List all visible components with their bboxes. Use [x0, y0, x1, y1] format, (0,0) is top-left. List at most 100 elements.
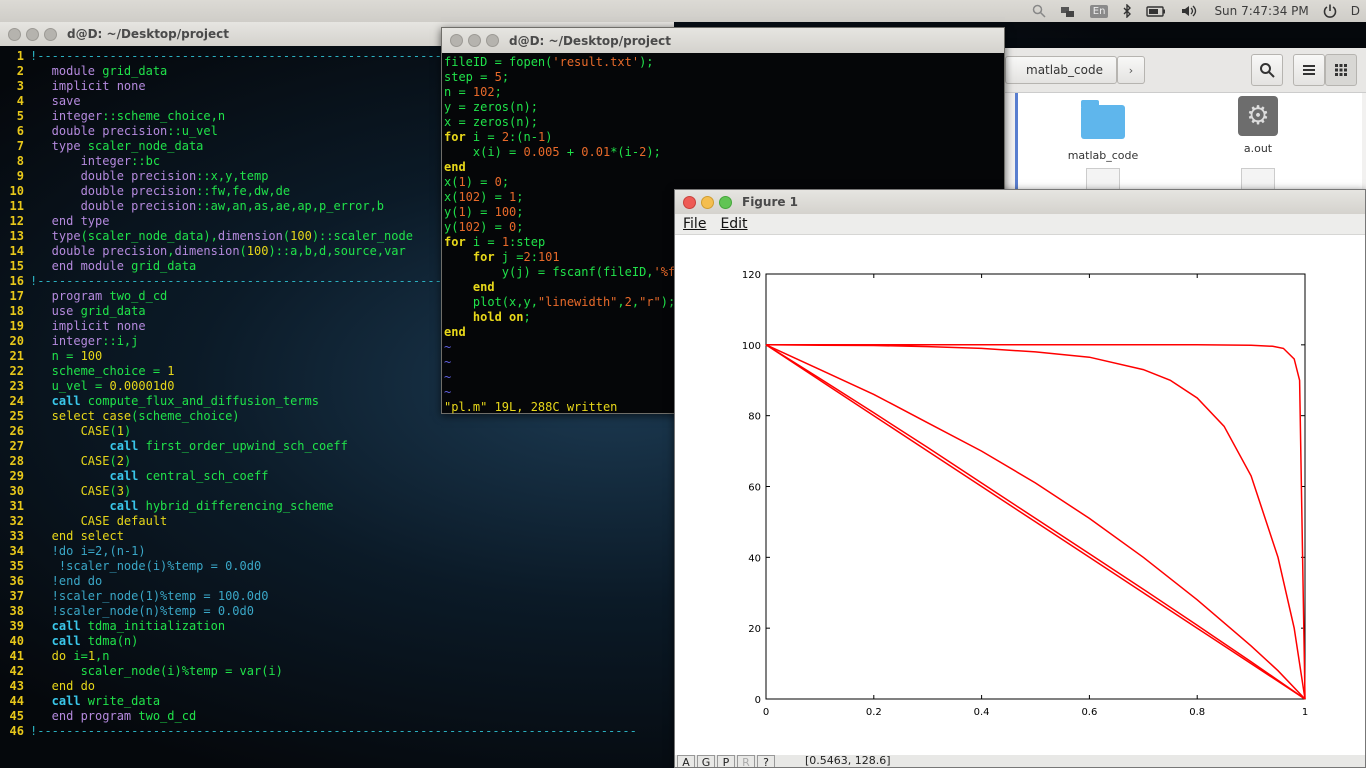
line-number: 17 [9, 289, 24, 303]
code-token: select case [30, 409, 132, 423]
code-token: ( [109, 484, 117, 498]
grid-toggle-button[interactable]: G [697, 755, 715, 767]
file-item-a-out[interactable]: ⚙ a.out [1203, 96, 1313, 155]
list-view-button[interactable] [1293, 54, 1325, 86]
plot-area[interactable]: 0 0.2 0.4 0.6 0.8 1 0 20 40 60 80 100 120 [675, 235, 1365, 756]
battery-icon[interactable] [1146, 0, 1166, 22]
line-number: 30 [9, 484, 24, 498]
code-token: x = zeros(n); [444, 115, 538, 129]
code-token: double precision [30, 169, 197, 183]
line-number: 12 [9, 214, 24, 228]
code-line: 32 CASE default [0, 514, 674, 529]
code-token: )::scaler_node [311, 229, 413, 243]
code-token: ) = [465, 205, 495, 219]
code-token: type [30, 139, 88, 153]
code-token: end [444, 160, 466, 174]
search-button[interactable] [1251, 54, 1283, 86]
code-token: x( [444, 175, 459, 189]
code-token: hold on [444, 310, 524, 324]
code-token: 1 [458, 205, 466, 219]
path-button-matlab-code[interactable]: matlab_code [1005, 56, 1117, 84]
line-number: 21 [9, 349, 24, 363]
menu-bar: File Edit [675, 214, 1365, 235]
code-token: (scheme_choice) [131, 409, 240, 423]
maximize-button[interactable] [719, 195, 732, 209]
code-token: : [530, 250, 538, 264]
plot-frame [765, 273, 1306, 700]
maximize-button[interactable] [486, 34, 499, 47]
code-line: 35 !scaler_node(i)%temp = 0.0d0 [0, 559, 674, 574]
file-grid[interactable]: matlab_code ⚙ a.out [1015, 93, 1362, 198]
code-token: y(j) = fscanf(fileID, [444, 265, 654, 279]
code-token: 1 [116, 424, 124, 438]
code-token: 1 [501, 235, 510, 249]
line-chart[interactable]: 0 0.2 0.4 0.6 0.8 1 0 20 40 60 80 100 120 [675, 235, 1365, 756]
minimize-button[interactable] [468, 34, 481, 47]
y-tick-label: 20 [748, 624, 761, 635]
minimize-button[interactable] [701, 195, 714, 209]
code-line: fileID = fopen('result.txt'); [444, 55, 1002, 70]
minimize-button[interactable] [26, 27, 39, 41]
rotate-button[interactable]: R [737, 755, 755, 767]
line-number: 25 [9, 409, 24, 423]
code-line: for i = 2:(n-1) [444, 130, 1002, 145]
figure-window[interactable]: Figure 1 File Edit 0 0.2 0.4 0.6 0.8 1 0 20 40 60… [674, 189, 1366, 768]
user-name[interactable]: D [1351, 0, 1360, 22]
line-number: 39 [9, 619, 24, 633]
help-button[interactable]: ? [757, 755, 775, 767]
code-token: two_d_cd [138, 709, 197, 723]
code-token: ) = [480, 190, 510, 204]
code-token: integer [30, 334, 103, 348]
maximize-button[interactable] [44, 27, 57, 41]
code-token: write_data [87, 694, 161, 708]
code-token: CASE default [30, 514, 168, 528]
network-icon[interactable] [1060, 0, 1076, 22]
code-token: !do i=2,(n-1) [30, 544, 146, 558]
line-number: 31 [9, 499, 24, 513]
menu-edit[interactable]: Edit [720, 216, 747, 232]
window-titlebar[interactable]: Figure 1 [675, 190, 1365, 214]
code-token: call [30, 694, 88, 708]
power-icon[interactable] [1323, 0, 1337, 22]
line-number: 28 [9, 454, 24, 468]
code-token: ( [109, 424, 117, 438]
code-line: 28 CASE(2) [0, 454, 674, 469]
autoscale-button[interactable]: A [677, 755, 695, 767]
x-tick-label: 0.8 [1189, 707, 1205, 718]
close-button[interactable] [8, 27, 21, 41]
window-titlebar[interactable]: d@D: ~/Desktop/project [442, 28, 1004, 53]
file-item-matlab-code[interactable]: matlab_code [1048, 100, 1158, 162]
code-token: grid_data [131, 259, 197, 273]
code-token: end [444, 325, 466, 339]
line-number: 45 [9, 709, 24, 723]
file-manager-window[interactable]: matlab_code › matlab_code ⚙ a.out [1005, 48, 1366, 198]
code-token: "r" [639, 295, 661, 309]
code-line: 43 end do [0, 679, 674, 694]
pan-button[interactable]: P [717, 755, 735, 767]
line-number: 27 [9, 439, 24, 453]
path-forward-button[interactable]: › [1117, 56, 1145, 84]
volume-icon[interactable] [1180, 0, 1198, 22]
code-token: ; [494, 85, 502, 99]
menu-file[interactable]: File [683, 216, 706, 232]
code-token: 1 [458, 175, 466, 189]
code-line: 36 !end do [0, 574, 674, 589]
code-token: ::u_vel [167, 124, 218, 138]
close-button[interactable] [450, 34, 463, 47]
search-icon[interactable] [1032, 0, 1046, 22]
keyboard-layout-indicator[interactable]: En [1089, 0, 1109, 22]
code-token: dimension [217, 229, 283, 243]
code-token: , [617, 295, 625, 309]
close-button[interactable] [683, 195, 696, 209]
line-number: 18 [9, 304, 24, 318]
code-token: 100 [80, 349, 103, 363]
code-token: hybrid_differencing_scheme [145, 499, 334, 513]
code-token: dimension [174, 244, 240, 258]
series-line-1 [765, 344, 1306, 700]
clock[interactable]: Sun 7:47:34 PM [1214, 0, 1308, 22]
code-line: 42 scaler_node(i)%temp = var(i) [0, 664, 674, 679]
grid-view-button[interactable] [1325, 54, 1357, 86]
code-token: two_d_cd [109, 289, 168, 303]
bluetooth-icon[interactable] [1122, 0, 1132, 22]
window-title: d@D: ~/Desktop/project [509, 33, 671, 48]
